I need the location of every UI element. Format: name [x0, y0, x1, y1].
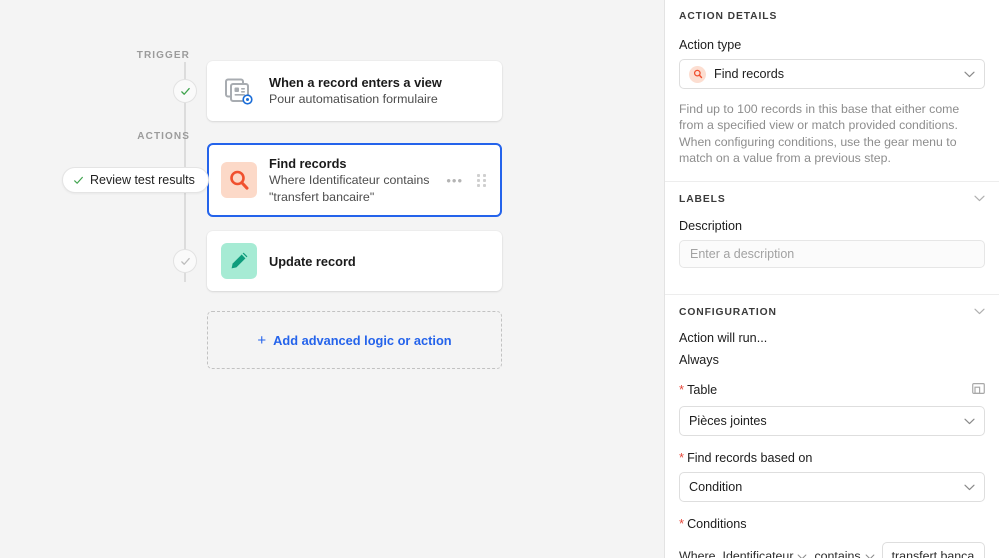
condition-value-text: transfert banca... [891, 548, 985, 558]
configuration-section: CONFIGURATION Action will run... Always … [665, 295, 999, 558]
add-action-label: Add advanced logic or action [273, 332, 452, 348]
trigger-card-title: When a record enters a view [269, 75, 442, 90]
trigger-card-subtitle: Pour automatisation formulaire [269, 92, 438, 106]
table-select[interactable]: Pièces jointes [679, 405, 985, 436]
drag-handle-icon[interactable] [477, 173, 486, 187]
magnifier-icon [221, 162, 257, 198]
chevron-down-icon [865, 549, 875, 558]
update-record-card-text: Update record [269, 253, 488, 270]
condition-operator-select[interactable]: contains [814, 549, 874, 558]
update-record-card-title: Update record [269, 253, 356, 269]
actions-section-label: ACTIONS [137, 131, 190, 142]
table-label: Table [679, 382, 717, 397]
add-advanced-logic-or-action-button[interactable]: + Add advanced logic or action [207, 311, 502, 369]
pencil-icon [221, 243, 257, 279]
find-records-card-subtitle-line1: Where Identificateur contains [269, 172, 430, 187]
trigger-status-node[interactable] [173, 79, 197, 103]
find-records-card-subtitle-line2: "transfert bancaire" [269, 189, 375, 204]
chevron-down-icon [964, 414, 975, 428]
condition-field-value: Identificateur [722, 548, 794, 558]
description-input[interactable]: Enter a description [679, 239, 985, 268]
update-record-status-node[interactable] [173, 249, 197, 273]
condition-where-label: Where [679, 548, 716, 558]
find-records-card[interactable]: Find records Where Identificateur contai… [207, 143, 502, 217]
action-details-panel: ACTION DETAILS Action type Find records … [665, 0, 999, 558]
action-type-value: Find records [714, 67, 784, 81]
action-will-run-label: Action will run... [679, 330, 768, 345]
find-records-card-tools: ••• [446, 173, 488, 187]
table-value: Pièces jointes [689, 413, 767, 428]
ellipsis-horizontal-icon[interactable]: ••• [446, 174, 463, 187]
find-records-card-title: Find records [269, 155, 347, 171]
find-records-based-on-select[interactable]: Condition [679, 471, 985, 502]
automation-flow-canvas: TRIGGER ACTIONS Review test results When… [0, 0, 665, 558]
action-type-select[interactable]: Find records [679, 59, 985, 89]
labels-section-spacer [679, 268, 985, 294]
check-icon [74, 176, 83, 184]
condition-value-input[interactable]: transfert banca... [881, 541, 985, 558]
description-label: Description [679, 218, 742, 233]
configuration-section-header[interactable]: CONFIGURATION [679, 307, 985, 318]
chevron-down-icon[interactable] [974, 307, 985, 318]
labels-section-header[interactable]: LABELS [679, 194, 985, 205]
configuration-section-label: CONFIGURATION [679, 306, 777, 318]
trigger-section-label: TRIGGER [136, 50, 190, 61]
description-placeholder: Enter a description [690, 246, 795, 261]
magnifier-icon [689, 65, 706, 83]
chevron-down-icon [964, 67, 975, 81]
find-records-card-text: Find records Where Identificateur contai… [269, 155, 446, 206]
condition-row: Where Identificateur contains transfert … [679, 541, 985, 558]
table-label-row: Table [679, 381, 985, 399]
labels-section: LABELS Description Enter a description [665, 182, 999, 294]
action-type-label: Action type [679, 38, 742, 52]
trigger-card[interactable]: When a record enters a view Pour automat… [207, 61, 502, 121]
review-test-results-button[interactable]: Review test results [62, 167, 209, 193]
action-will-run-value: Always [679, 352, 719, 367]
chevron-down-icon [964, 480, 975, 494]
chevron-down-icon[interactable] [974, 194, 985, 205]
conditions-label: Conditions [679, 516, 985, 531]
action-details-section-label: ACTION DETAILS [679, 11, 778, 22]
check-icon [180, 87, 190, 95]
update-record-card[interactable]: Update record [207, 231, 502, 291]
trigger-card-text: When a record enters a view Pour automat… [269, 74, 488, 108]
labels-section-label: LABELS [679, 193, 726, 205]
review-test-results-label: Review test results [90, 173, 195, 187]
check-icon [180, 257, 190, 265]
find-records-based-on-label: Find records based on [679, 450, 985, 465]
chevron-down-icon [797, 549, 807, 558]
condition-field-select[interactable]: Identificateur [723, 549, 808, 558]
action-details-section: ACTION DETAILS Action type Find records … [665, 0, 999, 181]
action-details-section-header: ACTION DETAILS [679, 11, 985, 22]
plus-icon: + [257, 331, 267, 349]
automation-editor: TRIGGER ACTIONS Review test results When… [0, 0, 999, 558]
action-type-help-text: Find up to 100 records in this base that… [679, 102, 960, 166]
expand-panel-icon[interactable] [972, 381, 985, 399]
condition-operator-value: contains [814, 548, 861, 558]
record-enters-view-icon [221, 73, 257, 109]
find-records-based-on-value: Condition [689, 479, 743, 494]
